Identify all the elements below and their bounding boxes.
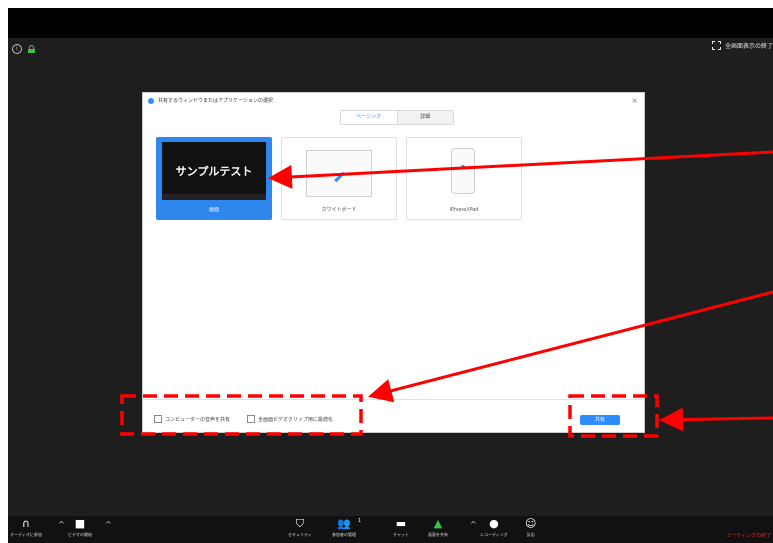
chat-icon: ▬: [395, 517, 407, 530]
thumbnail-text: サンプルテスト: [175, 165, 253, 178]
optimize-video-checkbox[interactable]: [247, 415, 255, 423]
tile-label-iphone-ipad: iPhone/iPad: [449, 207, 479, 213]
tab-bar: ベーシック 詳細: [340, 110, 454, 125]
chat-label: チャット: [393, 532, 409, 537]
share-options-caret[interactable]: ^: [470, 520, 477, 529]
reactions-button[interactable]: ☺ 反応: [525, 518, 536, 538]
tab-basic[interactable]: ベーシック: [341, 111, 398, 124]
security-button[interactable]: ⛉ セキュリティ: [288, 518, 312, 538]
lock-icon[interactable]: [28, 45, 35, 53]
share-screen-button[interactable]: ▲ 画面を共有: [428, 518, 448, 538]
security-label: セキュリティ: [288, 532, 312, 537]
headphones-icon: ∩: [21, 517, 30, 530]
info-icon[interactable]: i: [12, 44, 22, 54]
video-off-icon: ■: [74, 517, 86, 530]
start-video-label: ビデオの開始: [68, 532, 92, 537]
optimize-video-option[interactable]: 全画面ビデオクリップ用に最適化: [247, 415, 333, 423]
participants-icon: 👥: [337, 517, 351, 530]
share-screen-dialog: 共有するウィンドウまたはアプリケーションの選択 × ベーシック 詳細 サンプルテ…: [142, 92, 645, 433]
reactions-label: 反応: [526, 532, 535, 537]
participants-label: 参加者の管理: [332, 532, 356, 537]
record-button[interactable]: ● レコーディング: [480, 518, 508, 538]
start-video-button[interactable]: ■ ビデオの開始: [68, 518, 92, 538]
meeting-toolbar: ∩ オーディオに参加 ^ ■ ビデオの開始 ^ ⛉ セキュリティ 👥 参加者の管…: [8, 516, 773, 543]
share-audio-option[interactable]: コンピューターの音声を共有: [154, 415, 230, 423]
audio-options-caret[interactable]: ^: [58, 520, 65, 529]
top-black-bar: [8, 8, 773, 38]
tile-label-screen: 画面: [208, 207, 219, 213]
security-icon: ⛉: [295, 517, 304, 530]
share-screen-label: 画面を共有: [428, 532, 448, 537]
zoom-meeting-window: i 全画面表示の終了 共有するウィンドウまたはアプリケーションの選択 × ベーシ…: [8, 8, 773, 543]
phone-icon: [451, 148, 475, 194]
dialog-header: 共有するウィンドウまたはアプリケーションの選択: [148, 97, 273, 104]
reactions-icon: ☺: [525, 517, 537, 530]
fullscreen-icon: [711, 41, 721, 50]
chat-button[interactable]: ▬ チャット: [393, 518, 409, 538]
share-tile-screen[interactable]: サンプルテスト 画面: [156, 137, 272, 220]
footer-divider: [143, 399, 644, 400]
record-label: レコーディング: [480, 532, 508, 537]
share-audio-checkbox[interactable]: [154, 415, 162, 423]
share-tile-whiteboard[interactable]: ホワイトボード: [281, 137, 397, 220]
dialog-title: 共有するウィンドウまたはアプリケーションの選択: [158, 98, 273, 104]
end-meeting-button[interactable]: ミーティングの終了: [726, 532, 771, 539]
record-icon: ●: [489, 517, 499, 530]
zoom-logo-icon: [148, 97, 154, 104]
whiteboard-frame: [306, 150, 372, 197]
join-audio-button[interactable]: ∩ オーディオに参加: [10, 518, 42, 538]
share-screen-icon: ▲: [433, 517, 443, 530]
close-icon[interactable]: ×: [631, 96, 638, 105]
join-audio-label: オーディオに参加: [10, 532, 42, 537]
pen-icon: [334, 171, 345, 183]
share-audio-label: コンピューターの音声を共有: [165, 416, 231, 423]
airplay-icon: [461, 165, 465, 169]
optimize-video-label: 全画面ビデオクリップ用に最適化: [258, 416, 333, 423]
participants-button[interactable]: 👥 参加者の管理: [332, 518, 356, 538]
tile-label-whiteboard: ホワイトボード: [321, 207, 357, 213]
status-icons: i: [12, 44, 35, 54]
share-button[interactable]: 共有: [580, 415, 620, 425]
thumbnail-taskbar: [162, 194, 266, 200]
exit-fullscreen-button[interactable]: 全画面表示の終了: [711, 41, 773, 50]
video-options-caret[interactable]: ^: [105, 520, 112, 529]
exit-fullscreen-label: 全画面表示の終了: [724, 43, 773, 50]
participant-count: 1: [358, 518, 362, 524]
tab-advanced[interactable]: 詳細: [397, 111, 453, 124]
share-tile-iphone-ipad[interactable]: iPhone/iPad: [406, 137, 522, 220]
screen-thumbnail: サンプルテスト: [162, 142, 266, 200]
